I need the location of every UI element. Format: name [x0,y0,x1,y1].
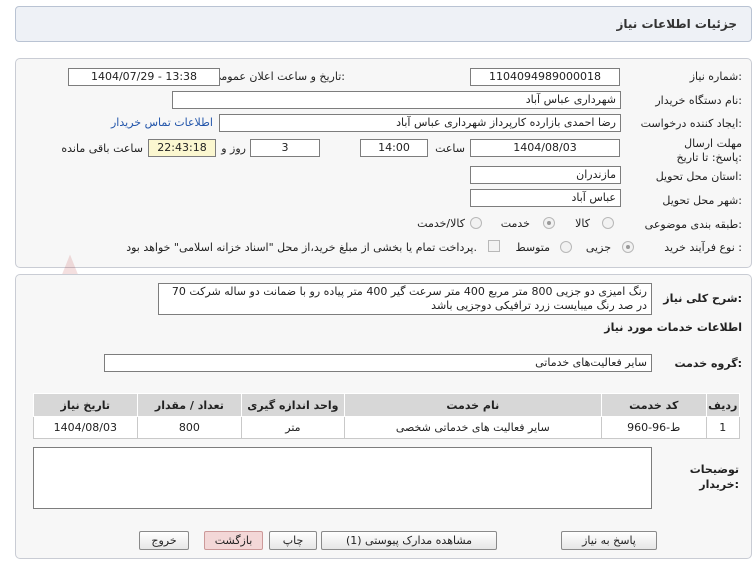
cell-need-date: 1404/08/03 [33,416,138,439]
category-option-service: خدمت [500,217,530,230]
description-text: رنگ امیزی دو جزیی 800 متر مربع 400 متر س… [158,283,652,315]
exit-button[interactable]: خروج [139,531,189,550]
deadline-time-label: ساعت [435,142,465,155]
cell-service-code: ط-96-960 [600,416,707,439]
days-label: روز و [221,142,246,155]
page-title: جزئیات اطلاعات نیاز [616,17,737,31]
need-number-label: شماره نیاز: [689,70,742,83]
services-heading: اطلاعات خدمات مورد نیاز [604,321,742,334]
buyer-org-field: شهرداری عباس آباد [172,91,621,109]
deadline-label: مهلت ارسال پاسخ: تا تاریخ: [676,137,742,164]
buyer-notes-field [33,447,652,509]
col-header-quantity: تعداد / مقدار [136,393,243,417]
process-option-medium: متوسط [515,241,550,254]
province-field: مازندران [470,166,621,184]
category-radio-goods[interactable] [602,217,614,229]
creator-label: ایجاد کننده درخواست: [640,117,742,130]
cell-row-number: 1 [705,416,741,439]
city-label: شهر محل تحویل: [662,194,742,207]
col-header-unit: واحد اندازه گیری [241,393,345,417]
category-label: طبقه بندی موضوعی: [644,218,742,231]
cell-quantity: 800 [136,416,243,439]
process-option-minor: جزیی [585,241,611,254]
process-radio-minor[interactable] [622,241,634,253]
view-attachments-button[interactable]: مشاهده مدارک پیوستی (1) [321,531,497,550]
buyer-notes-label: توضیحات خریدار: [689,463,739,491]
table-header-row: ردیف کد خدمت نام خدمت واحد اندازه گیری ت… [33,393,741,417]
cell-service-name: سایر فعالیت های خدماتی شخصی [343,416,602,439]
remaining-time-label: ساعت باقی مانده [61,142,143,155]
treasury-payment-checkbox[interactable] [488,240,500,252]
print-button[interactable]: چاپ [269,531,317,550]
service-group-field: سایر فعالیت‌های خدماتی [104,354,652,372]
process-radio-medium[interactable] [560,241,572,253]
deadline-time-field: 14:00 [360,139,428,157]
category-radio-goods-service[interactable] [470,217,482,229]
page-header: جزئیات اطلاعات نیاز [15,6,752,42]
col-header-service-code: کد خدمت [600,393,707,417]
treasury-payment-note: پرداخت تمام یا بخشی از مبلغ خرید،از محل … [126,241,477,254]
service-group-label: گروه خدمت: [674,357,742,370]
buyer-contact-link[interactable]: اطلاعات تماس خریدار [111,116,213,129]
col-header-service-name: نام خدمت [343,393,602,417]
services-table: ردیف کد خدمت نام خدمت واحد اندازه گیری ت… [33,393,741,439]
cell-unit: متر [241,416,345,439]
category-option-goods-service: کالا/خدمت [417,217,465,230]
remaining-time-field: 22:43:18 [148,139,216,157]
province-label: استان محل تحویل: [655,170,742,183]
category-option-goods: کالا [575,217,590,230]
description-label: شرح کلی نیاز: [663,292,742,305]
category-radio-service[interactable] [543,217,555,229]
need-number-field: 1104094989000018 [470,68,620,86]
table-row: 1 ط-96-960 سایر فعالیت های خدماتی شخصی م… [33,416,741,439]
back-button[interactable]: بازگشت [204,531,263,550]
buyer-org-label: نام دستگاه خریدار: [655,94,742,107]
days-remaining-field: 3 [250,139,320,157]
announce-datetime-field: 1404/07/29 - 13:38 [68,68,220,86]
reply-button[interactable]: پاسخ به نیاز [561,531,657,550]
city-field: عباس آباد [470,189,621,207]
announce-label: تاریخ و ساعت اعلان عمومی: [212,70,345,83]
process-label: نوع فرآیند خرید : [664,241,742,254]
need-info-panel [15,58,752,268]
creator-field: رضا احمدی بازارده کارپرداز شهرداری عباس … [219,114,621,132]
col-header-row-number: ردیف [705,393,741,417]
col-header-need-date: تاریخ نیاز [33,393,138,417]
deadline-date-field: 1404/08/03 [470,139,620,157]
